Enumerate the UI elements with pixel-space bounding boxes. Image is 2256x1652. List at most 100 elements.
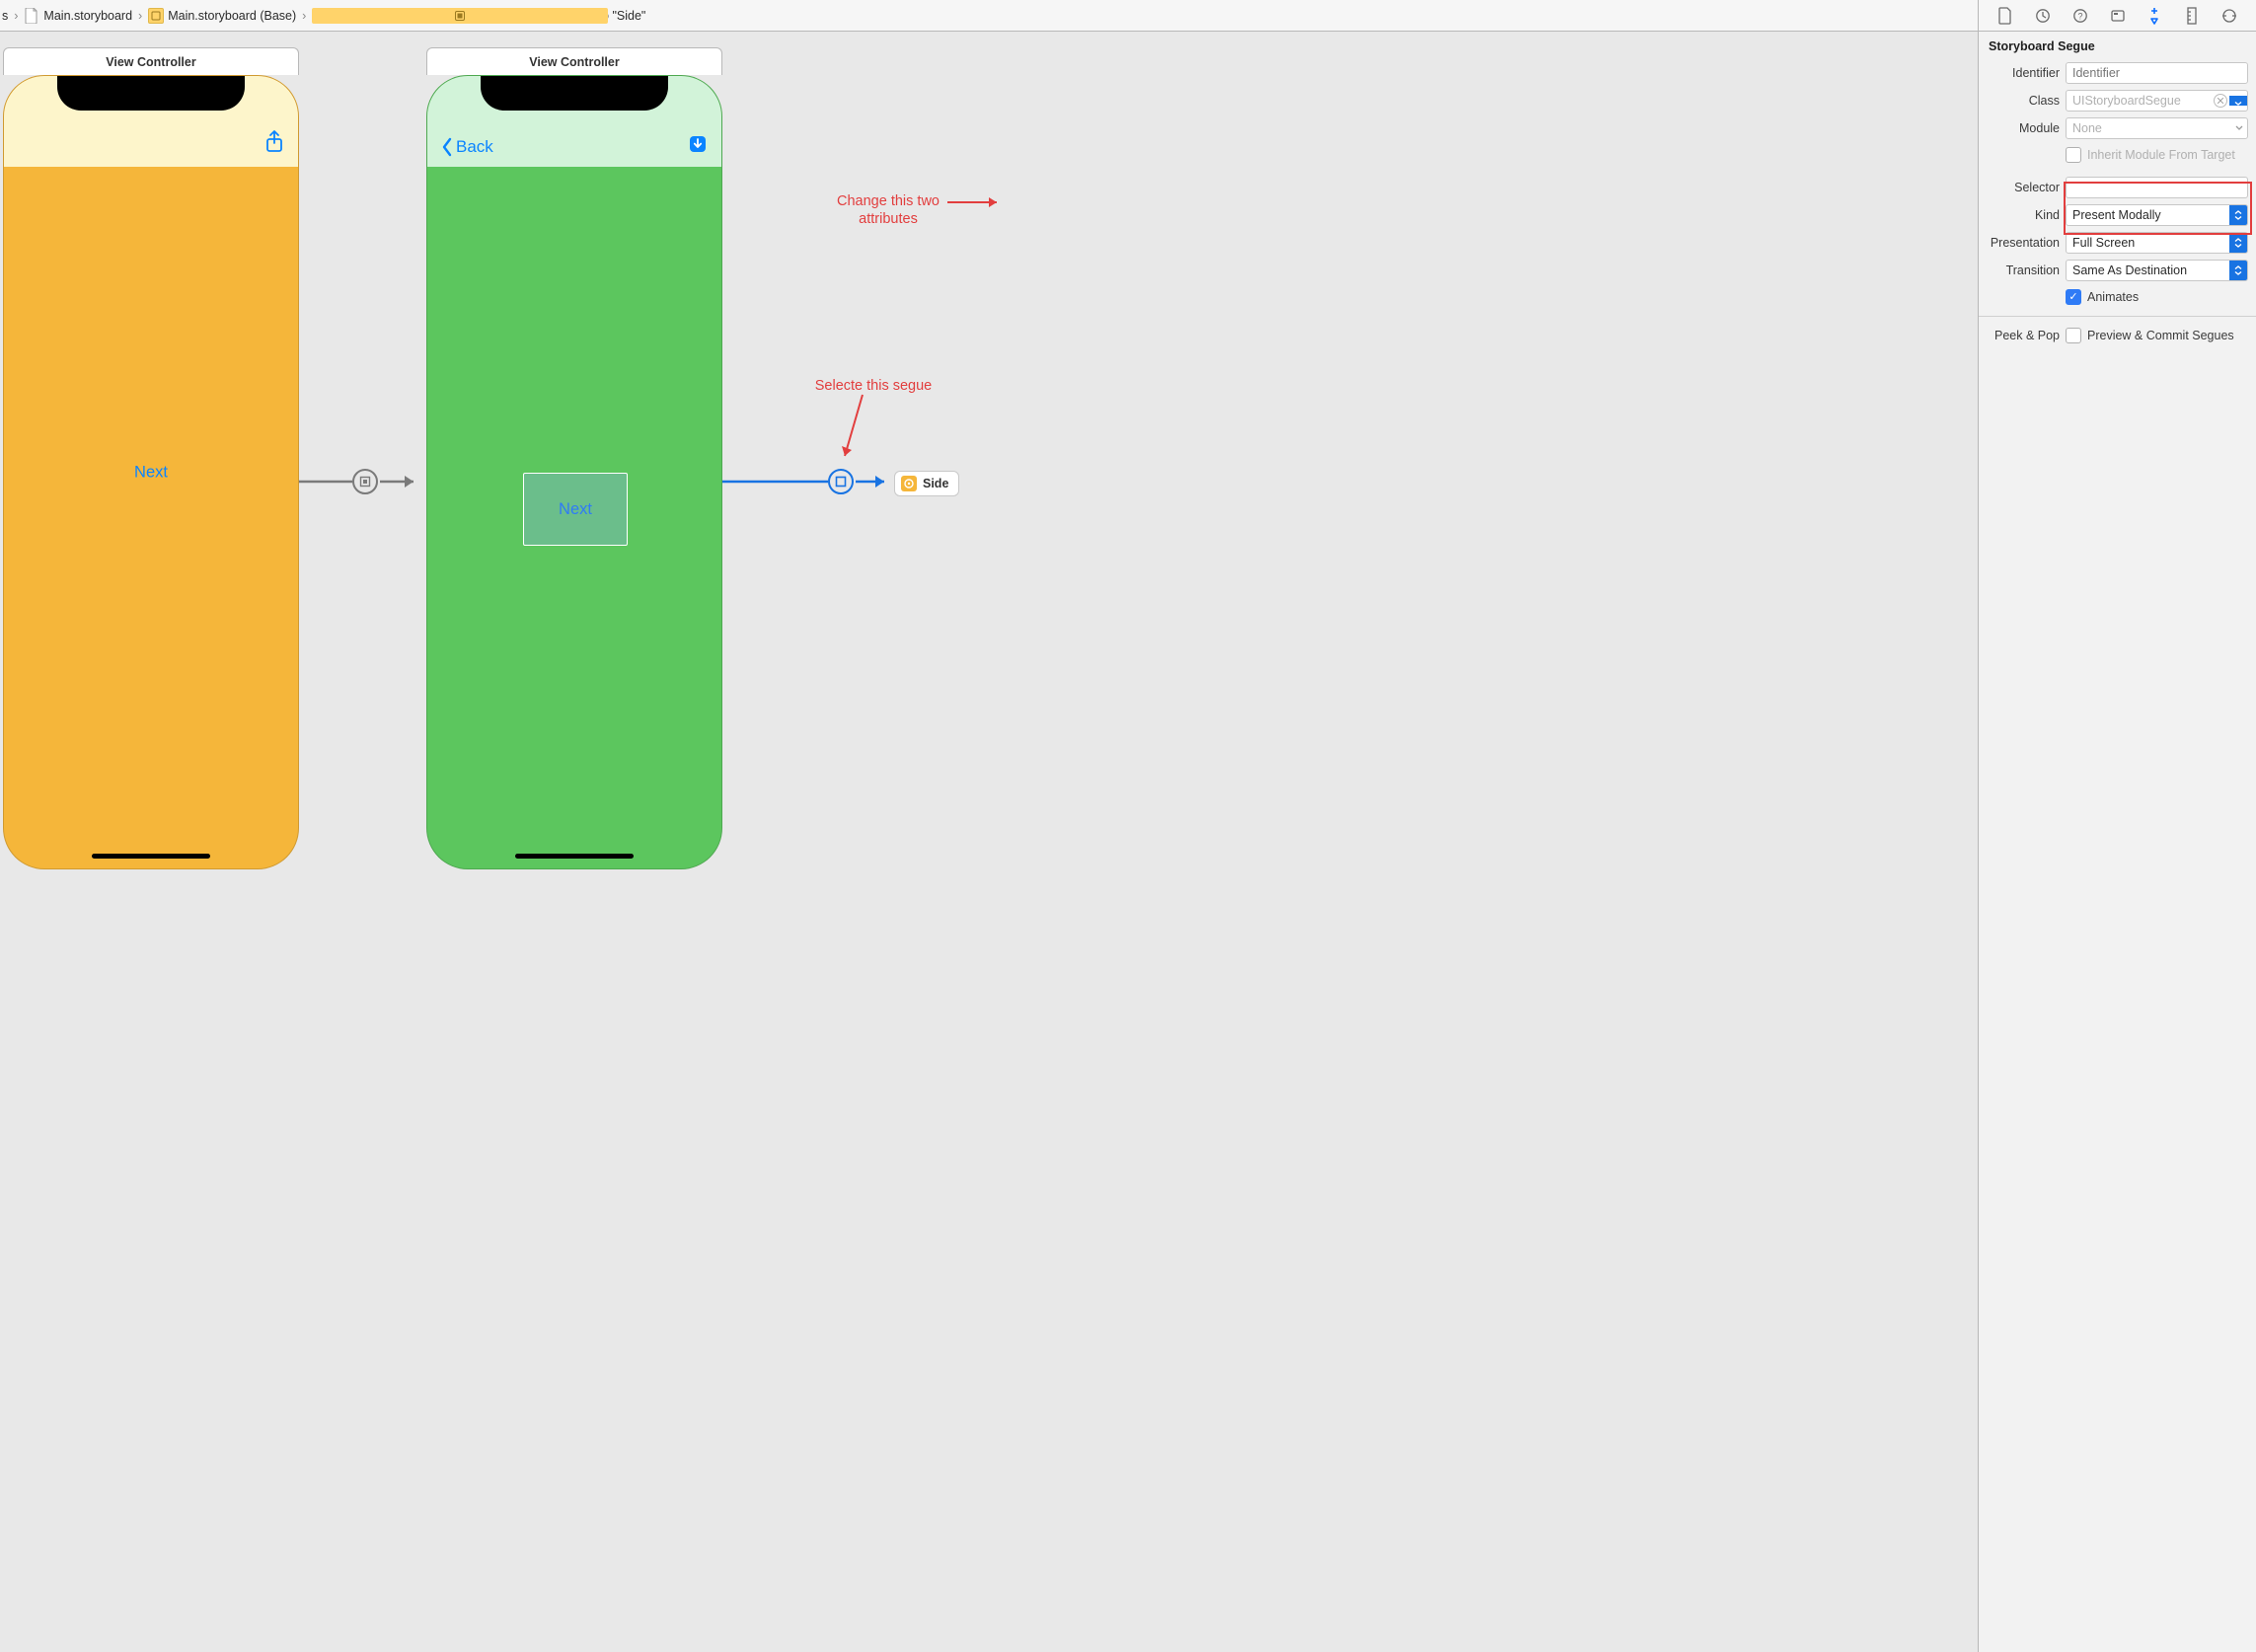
scene-icon [312, 8, 608, 24]
segue-node-selected[interactable] [828, 469, 854, 494]
storyboard-file-icon [148, 8, 164, 24]
transition-select[interactable]: Same As Destination [2066, 260, 2248, 281]
inspector-body: Storyboard Segue Identifier Class UIStor… [1979, 32, 2256, 1652]
scene-2-title-label: View Controller [529, 55, 619, 69]
scene-2[interactable]: View Controller Back Next [426, 47, 722, 869]
presentation-value: Full Screen [2072, 236, 2135, 250]
chevron-right-icon: › [302, 9, 306, 23]
scene-2-title[interactable]: View Controller [426, 47, 722, 75]
history-inspector-tab[interactable] [2032, 5, 2054, 27]
row-kind: Kind Present Modally [1979, 201, 2256, 229]
selector-input[interactable] [2066, 177, 2248, 198]
scene-1-next-label: Next [134, 463, 168, 481]
breadcrumb-file-label: Main.storyboard [43, 9, 132, 23]
kind-select[interactable]: Present Modally [2066, 204, 2248, 226]
device-notch [481, 76, 668, 111]
chevron-left-icon [441, 137, 453, 157]
attributes-inspector-tab[interactable] [2143, 5, 2165, 27]
row-identifier: Identifier [1979, 59, 2256, 87]
module-combobox[interactable]: None [2066, 117, 2248, 139]
inspector-section-label: Storyboard Segue [1989, 39, 2095, 53]
back-label: Back [456, 137, 493, 157]
breadcrumb-seg-scene[interactable]: View Controller Scene [312, 9, 433, 23]
annotation-select-segue-text: Selecte this segue [815, 378, 933, 394]
inherit-module-checkbox[interactable] [2066, 147, 2081, 163]
annotation-select-segue: Selecte this segue [790, 377, 957, 395]
viewcontroller-icon [901, 476, 917, 491]
label-peek-pop: Peek & Pop [1979, 329, 2060, 342]
svg-text:?: ? [2077, 11, 2082, 21]
scene-2-view: Back Next [427, 76, 721, 868]
share-icon[interactable] [264, 130, 284, 157]
label-module: Module [1979, 121, 2060, 135]
connections-inspector-tab[interactable] [2218, 5, 2240, 27]
chevron-down-icon [2231, 125, 2247, 131]
inspector-section-title: Storyboard Segue [1979, 32, 2256, 59]
identity-inspector-tab[interactable] [2107, 5, 2129, 27]
breadcrumb: s › Main.storyboard › Main.storyboard (B… [0, 8, 2092, 24]
row-inherit-module: Inherit Module From Target [1979, 142, 2256, 168]
peek-pop-label: Preview & Commit Segues [2087, 329, 2234, 342]
row-presentation: Presentation Full Screen [1979, 229, 2256, 257]
row-selector: Selector [1979, 174, 2256, 201]
row-peek-pop: Peek & Pop Preview & Commit Segues [1979, 323, 2256, 348]
breadcrumb-seg-base[interactable]: Main.storyboard (Base) [148, 8, 296, 24]
label-selector: Selector [1979, 181, 2060, 194]
annotation-arrow-right [947, 197, 1007, 207]
back-button[interactable]: Back [441, 137, 493, 157]
identifier-input[interactable] [2066, 62, 2248, 84]
scene-1-title-label: View Controller [106, 55, 195, 69]
dropdown-caret-icon [2229, 205, 2247, 225]
row-module: Module None [1979, 114, 2256, 142]
row-animates: Animates [1979, 284, 2256, 310]
chevron-right-icon: › [138, 9, 142, 23]
dropdown-caret-icon [2229, 261, 2247, 280]
class-placeholder: UIStoryboardSegue [2072, 94, 2181, 108]
label-identifier: Identifier [1979, 66, 2060, 80]
home-indicator [92, 854, 210, 859]
side-chip-label: Side [923, 477, 948, 490]
animates-label: Animates [2087, 290, 2139, 304]
scene-1-next-button[interactable]: Next [134, 463, 168, 482]
scene-1-device[interactable]: Next [3, 75, 299, 869]
label-transition: Transition [1979, 263, 2060, 277]
scene-1-view: Next [4, 76, 298, 868]
module-placeholder: None [2072, 121, 2102, 135]
row-transition: Transition Same As Destination [1979, 257, 2256, 284]
inherit-module-label: Inherit Module From Target [2087, 148, 2235, 162]
path-toolbar: s › Main.storyboard › Main.storyboard (B… [0, 0, 2256, 32]
label-kind: Kind [1979, 208, 2060, 222]
animates-checkbox[interactable] [2066, 289, 2081, 305]
transition-value: Same As Destination [2072, 263, 2187, 277]
class-combobox[interactable]: UIStoryboardSegue [2066, 90, 2248, 112]
storyboard-canvas[interactable]: View Controller Next [0, 32, 1978, 1652]
class-clear-icon[interactable] [2214, 94, 2227, 108]
kind-value: Present Modally [2072, 208, 2161, 222]
size-inspector-tab[interactable] [2181, 5, 2203, 27]
breadcrumb-base-label: Main.storyboard (Base) [168, 9, 296, 23]
annotation-change-attrs-text: Change this two attributes [837, 193, 940, 227]
row-class: Class UIStoryboardSegue [1979, 87, 2256, 114]
breadcrumb-seg-file[interactable]: Main.storyboard [24, 8, 132, 24]
scene-2-device[interactable]: Back Next [426, 75, 722, 869]
inspector-tab-bar: ? [1979, 0, 2256, 32]
help-inspector-tab[interactable]: ? [2069, 5, 2091, 27]
scene-1[interactable]: View Controller Next [3, 47, 299, 869]
annotation-change-attrs: Change this two attributes [799, 192, 977, 228]
document-icon [24, 8, 39, 24]
side-scene-chip[interactable]: Side [894, 471, 959, 496]
peek-pop-checkbox[interactable] [2066, 328, 2081, 343]
presentation-select[interactable]: Full Screen [2066, 232, 2248, 254]
inspector-panel: ? Storyboard Segue Identifier Class UISt… [1978, 0, 2256, 1652]
file-inspector-tab[interactable] [1994, 5, 2016, 27]
breadcrumb-seg-root[interactable]: s [2, 9, 8, 23]
scene-2-container-view[interactable]: Next [523, 473, 628, 546]
label-presentation: Presentation [1979, 236, 2060, 250]
download-icon[interactable] [688, 134, 708, 157]
scene-1-title[interactable]: View Controller [3, 47, 299, 75]
segue-node-1[interactable] [352, 469, 378, 494]
home-indicator [515, 854, 634, 859]
scene-2-next-label: Next [559, 500, 592, 519]
label-class: Class [1979, 94, 2060, 108]
segue-connector-selected[interactable] [722, 472, 896, 491]
